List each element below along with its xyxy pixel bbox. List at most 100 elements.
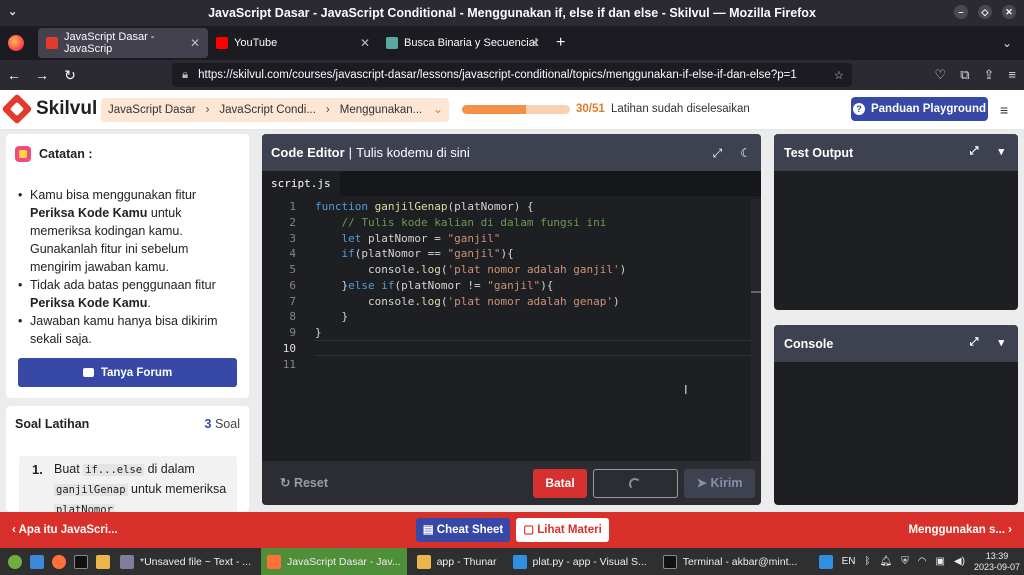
view-material-button[interactable]: ▢ Lihat Materi: [516, 518, 609, 542]
window-titlebar: ⌄ JavaScript Dasar - JavaScript Conditio…: [0, 0, 1024, 26]
note-text: Jawaban kamu hanya bisa dikirim sekali s…: [30, 314, 218, 346]
wifi-icon[interactable]: ◠: [918, 556, 927, 567]
tab-label: YouTube: [234, 37, 278, 49]
taskbar-item-terminal[interactable]: Terminal - akbar@mint...: [657, 548, 804, 575]
code-token: "ganjil": [487, 278, 541, 292]
moon-icon[interactable]: ☾: [740, 146, 751, 161]
code-token: "ganjil": [447, 247, 501, 261]
chevron-left-icon: ‹: [12, 524, 19, 536]
progress-count: 30/51: [576, 103, 605, 115]
firefox-launcher-icon[interactable]: [52, 554, 66, 569]
breadcrumb-item[interactable]: JavaScript Condi...: [219, 104, 316, 116]
cheat-sheet-button[interactable]: ▤ Cheat Sheet: [416, 518, 510, 542]
expand-icon[interactable]: ⤢: [970, 145, 979, 158]
lesson-navigation: ‹ Apa itu JavaScri... ▤ Cheat Sheet ▢ Li…: [0, 512, 1024, 548]
note-bold-text: Periksa Kode Kamu: [30, 206, 148, 220]
taskbar-item-vscode[interactable]: plat.py - app - Visual S...: [507, 548, 653, 575]
back-arrow-icon[interactable]: ←: [0, 67, 28, 83]
notification-bell-icon[interactable]: 🔔︎: [880, 556, 893, 567]
bluetooth-icon[interactable]: ᛒ: [865, 556, 871, 567]
panel-title: Console: [784, 336, 834, 351]
url-text[interactable]: https://skilvul.com/courses/javascript-d…: [198, 69, 797, 81]
check-code-button[interactable]: [593, 469, 678, 498]
console-header: Console ⤢ ▾: [774, 325, 1018, 362]
tab-busca-binaria[interactable]: Busca Binaria y Secuencial ✕: [378, 28, 548, 58]
exercise-text: Buat: [54, 462, 84, 476]
tab-youtube[interactable]: YouTube ✕: [208, 28, 378, 58]
files-launcher-icon[interactable]: [96, 554, 110, 569]
window-title: JavaScript Dasar - JavaScript Conditiona…: [208, 6, 816, 20]
lock-icon[interactable]: 🔒︎: [182, 69, 188, 82]
close-tab-icon[interactable]: ✕: [530, 36, 540, 50]
code-line: }: [315, 326, 322, 339]
count-label: Soal: [214, 417, 240, 431]
url-bar[interactable]: 🔒︎ https://skilvul.com/courses/javascrip…: [172, 63, 852, 87]
note-text: .: [147, 296, 151, 310]
new-tab-icon[interactable]: +: [556, 34, 565, 52]
clipboard-icon[interactable]: ▣: [935, 556, 944, 567]
chevron-down-icon[interactable]: ▾: [998, 336, 1004, 349]
line-number: 6: [289, 278, 296, 292]
pocket-icon[interactable]: ♡: [935, 67, 947, 83]
prev-lesson-link[interactable]: ‹ Apa itu JavaScri...: [12, 524, 118, 536]
guide-playground-button[interactable]: ? Panduan Playground: [851, 97, 988, 121]
share-icon[interactable]: ⇪: [984, 67, 995, 83]
menu-icon[interactable]: ≡: [1000, 102, 1008, 118]
bookmark-star-icon[interactable]: ☆: [834, 68, 844, 82]
vscode-tray-icon[interactable]: [818, 554, 833, 569]
taskbar-label: *Unsaved file ~ Text - ...: [140, 555, 251, 568]
keyboard-layout[interactable]: EN: [842, 556, 856, 567]
code-area[interactable]: 1 2 3 4 5 6 7 8 9 10 11 function ganjilG…: [262, 199, 751, 461]
clock-time: 13:39: [985, 550, 1009, 561]
volume-icon[interactable]: ◀): [954, 556, 965, 567]
close-tab-icon[interactable]: ✕: [360, 36, 370, 50]
taskbar-item-firefox[interactable]: JavaScript Dasar - Jav...: [260, 548, 407, 575]
window-menu-icon[interactable]: ⌄: [8, 5, 24, 21]
line-number: 4: [289, 247, 296, 261]
file-tab-script-js[interactable]: script.js: [262, 171, 340, 196]
ask-forum-button[interactable]: Tanya Forum: [18, 358, 237, 387]
skilvul-logo[interactable]: Skilvul: [1, 93, 97, 125]
taskbar-label: Terminal - akbar@mint...: [682, 555, 798, 568]
expand-icon[interactable]: ⤢: [713, 146, 723, 161]
breadcrumb[interactable]: JavaScript Dasar › JavaScript Condi... ›…: [101, 98, 449, 122]
code-line: console.log('plat nomor adalah genap'): [315, 294, 620, 310]
reset-button[interactable]: ↻ Reset: [280, 475, 328, 490]
terminal-launcher-icon[interactable]: [74, 554, 88, 569]
chevron-down-icon[interactable]: ▾: [998, 145, 1004, 158]
start-menu-icon[interactable]: [8, 554, 22, 569]
code-line: function ganjilGenap(platNomor) {: [315, 199, 534, 215]
tab-javascript-dasar[interactable]: JavaScript Dasar - JavaScrip ✕: [38, 28, 208, 58]
expand-icon[interactable]: ⤢: [970, 336, 979, 349]
close-tab-icon[interactable]: ✕: [190, 36, 200, 50]
test-output-panel: Test Output ⤢ ▾: [774, 134, 1018, 310]
next-lesson-link[interactable]: Menggunakan s... ›: [908, 524, 1012, 536]
update-shield-icon[interactable]: ⛨: [901, 556, 909, 567]
app-menu-icon[interactable]: ≡: [1008, 67, 1016, 83]
show-desktop-icon[interactable]: [30, 554, 44, 569]
maximize-icon[interactable]: ◇: [978, 5, 992, 19]
minimize-icon[interactable]: –: [954, 5, 968, 19]
firefox-icon[interactable]: [8, 35, 24, 51]
taskbar-item-text-editor[interactable]: *Unsaved file ~ Text - ...: [114, 548, 257, 575]
taskbar-label: app - Thunar: [436, 555, 497, 568]
clock[interactable]: 13:39 2023-09-07: [974, 551, 1020, 573]
reload-icon[interactable]: ↻: [56, 67, 84, 84]
code-line: console.log('plat nomor adalah ganjil'): [315, 262, 626, 278]
taskbar-item-thunar[interactable]: app - Thunar: [411, 548, 503, 575]
cancel-button[interactable]: Batal: [533, 469, 587, 498]
exercises-card: Soal Latihan 3 Soal 1. Buat if...else di…: [6, 406, 249, 512]
progress-fill: [462, 105, 526, 114]
editor-scrollbar[interactable]: [751, 199, 761, 461]
chevron-down-icon[interactable]: ⌄: [433, 102, 443, 116]
breadcrumb-item[interactable]: JavaScript Dasar: [108, 104, 196, 116]
tab-list-chevron-icon[interactable]: ⌄: [1002, 36, 1012, 50]
submit-button[interactable]: ➤ Kirim: [684, 469, 755, 498]
text-cursor-icon: I: [684, 382, 688, 397]
close-window-icon[interactable]: ✕: [1002, 5, 1016, 19]
scrollbar-thumb[interactable]: [751, 291, 761, 293]
code-line: // Tulis kode kalian di dalam fungsi ini: [315, 215, 607, 229]
breadcrumb-item[interactable]: Menggunakan...: [340, 104, 422, 116]
forward-arrow-icon[interactable]: →: [28, 67, 56, 83]
extensions-icon[interactable]: ⧉: [960, 67, 969, 83]
